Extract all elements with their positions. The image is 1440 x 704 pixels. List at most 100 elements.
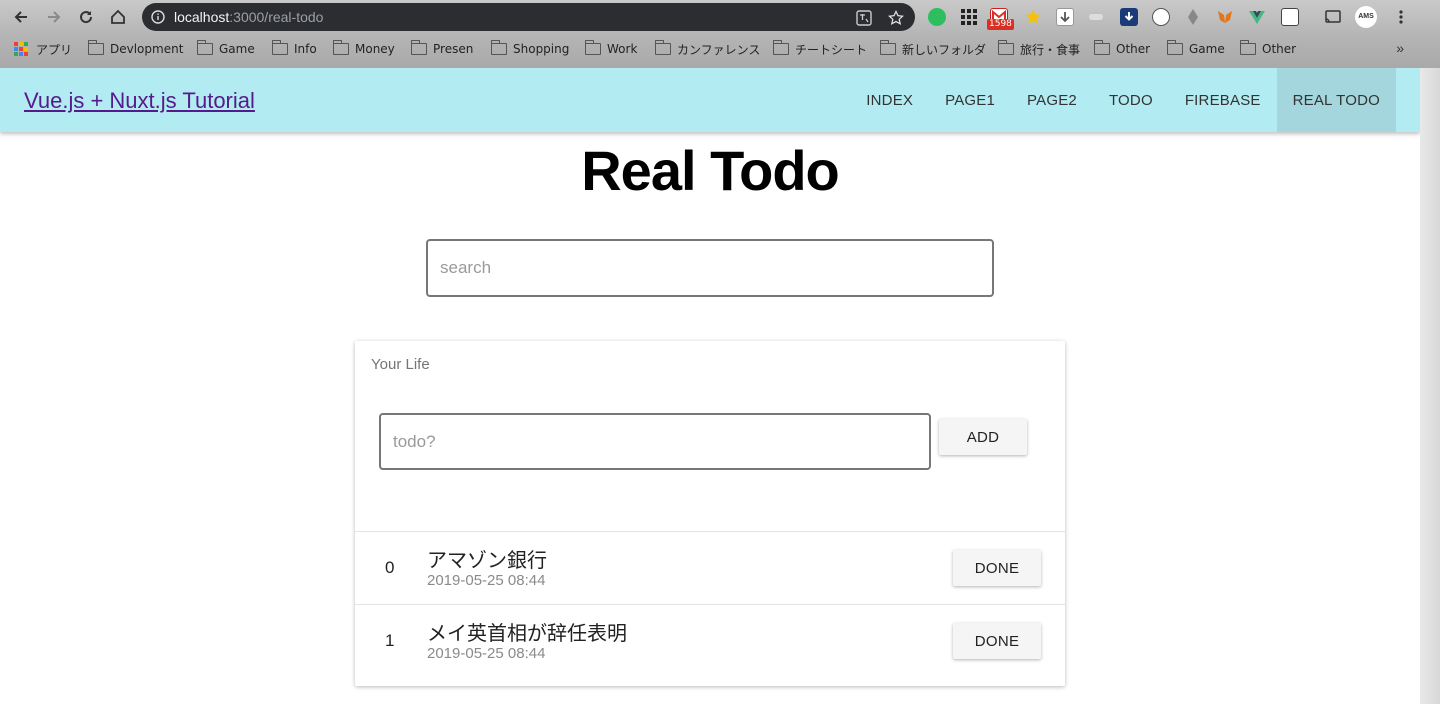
star-extension-icon[interactable] [1024,8,1042,26]
bookmark-folder[interactable]: 新しいフォルダ [879,37,987,61]
bookmark-folder[interactable]: Game [1166,37,1225,61]
bookmark-folder[interactable]: チートシート [772,37,868,61]
bookmark-label: カンファレンス [677,42,761,57]
bookmark-folder[interactable]: カンファレンス [654,37,761,61]
bookmark-label: Devlopment [110,42,184,56]
folder-icon [1093,40,1110,55]
bookmark-label: 旅行・食事 [1020,42,1081,57]
todo-text: メイ英首相が辞任表明 [427,621,627,645]
search-input[interactable] [426,239,994,297]
bookmark-apps[interactable]: アプリ [14,37,72,61]
nav-item-page1[interactable]: PAGE1 [929,68,1011,132]
bookmark-folder[interactable]: Money [332,37,395,61]
app-bar: Vue.js + Nuxt.js Tutorial INDEX PAGE1 PA… [0,68,1420,132]
todo-date: 2019-05-25 08:44 [427,645,546,662]
nav-item-page2[interactable]: PAGE2 [1011,68,1093,132]
done-button[interactable]: DONE [953,623,1041,659]
mail-count-badge: 1598 [987,19,1014,30]
nav-item-todo[interactable]: TODO [1093,68,1169,132]
folder-icon [87,40,104,55]
folder-icon [490,40,507,55]
vue-extension-icon[interactable] [1248,8,1266,26]
cast-icon[interactable] [1324,8,1342,26]
bookmark-label: Info [294,42,317,56]
bookmark-label: Shopping [513,42,570,56]
forward-arrow-icon[interactable] [43,6,65,28]
star-icon[interactable] [888,10,904,26]
bookmark-label: Work [607,42,638,56]
bookmark-label: 新しいフォルダ [902,42,987,57]
bookmark-label: Money [355,42,395,56]
profile-avatar[interactable]: AMS [1355,6,1377,28]
bookmark-folder[interactable]: Other [1239,37,1297,61]
kebab-menu-icon[interactable] [1392,8,1410,26]
bookmark-label: アプリ [36,42,73,57]
todo-index: 0 [385,558,395,577]
bookmark-folder[interactable]: Shopping [490,37,570,61]
brand-link[interactable]: Vue.js + Nuxt.js Tutorial [24,88,255,114]
evernote-extension-icon[interactable] [928,8,946,26]
card-title: Your Life [371,356,430,373]
folder-icon [196,40,213,55]
folder-icon [654,40,671,55]
done-button[interactable]: DONE [953,550,1041,586]
reload-icon[interactable] [75,6,97,28]
bookmark-folder[interactable]: Work [584,37,638,61]
pocket-extension-icon[interactable] [1120,8,1138,26]
web-page: Vue.js + Nuxt.js Tutorial INDEX PAGE1 PA… [0,68,1420,704]
nav-item-firebase[interactable]: FIREBASE [1169,68,1277,132]
screenshot-extension-icon[interactable] [1281,8,1299,26]
line-extension-icon[interactable] [1152,8,1170,26]
url-text: localhost:3000/real-todo [174,9,324,25]
bookmark-folder[interactable]: Info [271,37,317,61]
bookmark-folder[interactable]: Devlopment [87,37,184,61]
diamond-extension-icon[interactable] [1184,8,1202,26]
add-button[interactable]: ADD [939,419,1027,455]
bookmarks-bar: アプリ Devlopment Game Info Money Presen Sh… [0,37,1440,61]
bookmark-label: Other [1116,42,1151,56]
bookmark-folder[interactable]: Other [1093,37,1151,61]
browser-chrome: localhost:3000/real-todo 1598 AMS アプリ De… [0,0,1440,68]
todo-date: 2019-05-25 08:44 [427,572,546,589]
folder-icon [271,40,288,55]
grid-extension-icon[interactable] [960,8,978,26]
info-icon[interactable] [151,10,165,24]
back-arrow-icon[interactable] [10,6,32,28]
window-edge [1420,68,1440,704]
folder-icon [997,40,1014,55]
browser-toolbar: localhost:3000/real-todo 1598 AMS [0,0,1440,34]
bookmark-folder[interactable]: 旅行・食事 [997,37,1081,61]
bookmark-folder[interactable]: Game [196,37,255,61]
folder-icon [584,40,601,55]
todo-row: 0 アマゾン銀行 2019-05-25 08:44 DONE [355,531,1065,604]
bookmark-folder[interactable]: Presen [410,37,474,61]
bookmark-label: チートシート [795,42,868,57]
todo-text: アマゾン銀行 [427,548,547,572]
folder-icon [772,40,789,55]
bookmark-label: Other [1262,42,1297,56]
download-extension-icon[interactable] [1056,8,1074,26]
todo-card: Your Life ADD 0 アマゾン銀行 2019-05-25 08:44 … [355,341,1065,686]
folder-icon [1239,40,1256,55]
todo-input[interactable] [379,413,931,470]
folder-icon [1166,40,1183,55]
bookmarks-overflow-icon[interactable]: » [1396,40,1404,56]
todo-row: 1 メイ英首相が辞任表明 2019-05-25 08:44 DONE [355,604,1065,677]
page-title: Real Todo [581,139,840,202]
nav-item-real-todo[interactable]: REAL TODO [1276,68,1396,132]
metamask-extension-icon[interactable] [1216,8,1234,26]
nav-item-index[interactable]: INDEX [850,68,929,132]
minus-extension-icon[interactable] [1089,14,1103,20]
folder-icon [410,40,427,55]
folder-icon [879,40,896,55]
translate-icon[interactable] [856,10,872,26]
bookmark-label: Presen [433,42,474,56]
folder-icon [332,40,349,55]
address-bar[interactable]: localhost:3000/real-todo [142,3,915,31]
bookmark-label: Game [1189,42,1225,56]
home-icon[interactable] [107,6,129,28]
todo-index: 1 [385,631,395,650]
apps-grid-icon [14,42,28,56]
bookmark-label: Game [219,42,255,56]
nav-menu: INDEX PAGE1 PAGE2 TODO FIREBASE REAL TOD… [850,68,1396,132]
